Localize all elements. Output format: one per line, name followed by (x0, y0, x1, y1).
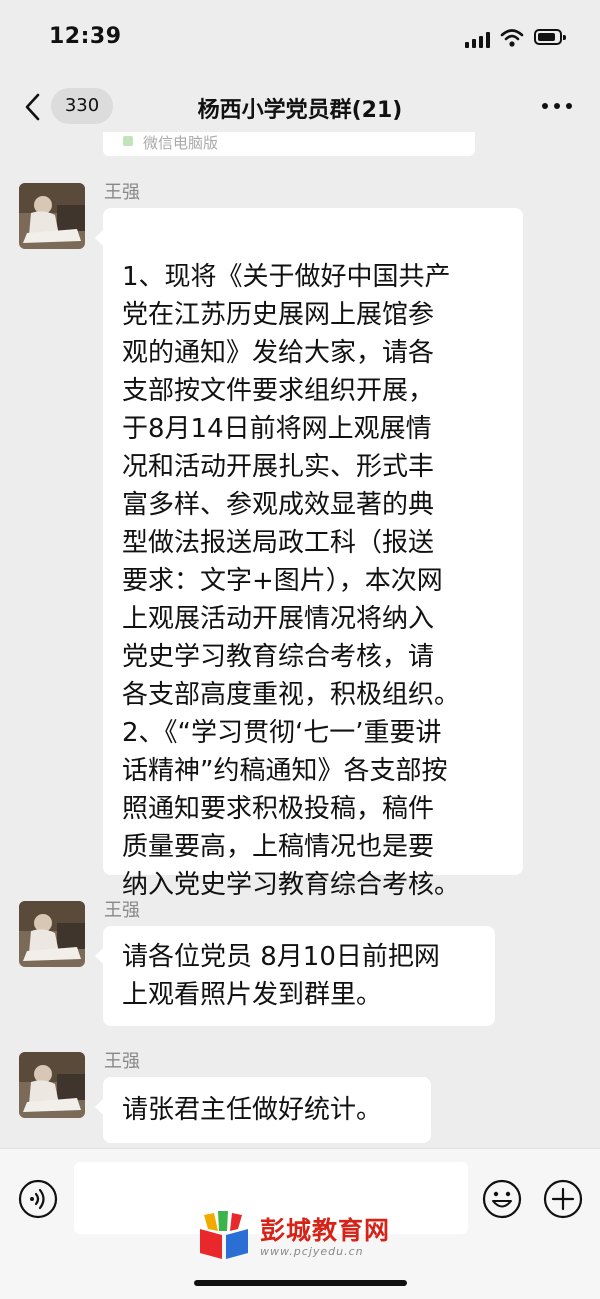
status-time: 12:39 (49, 24, 122, 49)
sender-name: 王强 (104, 900, 140, 921)
message-bubble[interactable]: 请张君主任做好统计。 (95, 1077, 431, 1143)
status-bar: 12:39 (0, 0, 600, 78)
watermark-title: 彭城教育网 (260, 1216, 391, 1245)
message-line: 于8月14日前将网上观展情 (122, 414, 432, 444)
message-line: 质量要高，上稿情况也是要 (122, 832, 435, 862)
message-bubble[interactable]: 1、现将《关于做好中国共产 党在江苏历史展网上展馆参 观的通知》发给大家，请各 … (95, 208, 523, 900)
input-bar: 彭城教育网 www.pcjyedu.cn (0, 1148, 600, 1299)
message-line: 各支部高度重视，积极组织。 (122, 680, 461, 710)
chat-title: 杨西小学党员群(21) (197, 98, 403, 123)
sender-name: 王强 (104, 1051, 140, 1072)
message-line: 话精神”约稿通知》各支部按 (122, 756, 448, 786)
cellular-signal-icon (465, 32, 491, 48)
message-bubble[interactable]: 请各位党员 8月10日前把网 上观看照片发到群里。 (95, 926, 495, 1026)
previous-message-text: 微信电脑版 (143, 134, 219, 152)
message-line: 党史学习教育综合考核，请 (122, 642, 435, 672)
message-line: 支部按文件要求组织开展， (122, 376, 435, 406)
avatar[interactable] (19, 183, 85, 249)
more-options-icon[interactable] (540, 103, 574, 111)
message-line: 党在江苏历史展网上展馆参 (122, 300, 435, 330)
message-line: 况和活动开展扎实、形式丰 (122, 452, 435, 482)
watermark-url: www.pcjyedu.cn (260, 1245, 364, 1258)
avatar[interactable] (19, 1052, 85, 1118)
sender-name: 王强 (104, 182, 140, 203)
wifi-icon (500, 29, 524, 47)
home-indicator (194, 1280, 407, 1286)
message-line: 1、现将《关于做好中国共产 (122, 262, 451, 292)
message-line: 纳入党史学习教育综合考核。 (122, 870, 461, 900)
message-line: 上观看照片发到群里。 (122, 980, 383, 1010)
message-line: 富多样、参观成效显著的典 (122, 490, 435, 520)
plus-icon[interactable] (543, 1179, 583, 1219)
message-line: 请各位党员 8月10日前把网 (122, 942, 440, 972)
previous-message-bubble[interactable]: 微信电脑版 (103, 132, 475, 156)
battery-icon (534, 29, 566, 45)
file-icon (123, 136, 133, 146)
message-line: 请张君主任做好统计。 (122, 1095, 383, 1125)
message-line: 观的通知》发给大家，请各 (122, 338, 435, 368)
message-line: 型做法报送局政工科（报送 (122, 528, 435, 558)
message-line: 照通知要求积极投稿，稿件 (122, 794, 435, 824)
chat-header: 330 杨西小学党员群(21) (0, 78, 600, 138)
avatar[interactable] (19, 901, 85, 967)
message-line: 2、《“学习贯彻‘七一’重要讲 (122, 718, 442, 748)
voice-input-icon[interactable] (18, 1179, 58, 1219)
emoji-icon[interactable] (482, 1179, 522, 1219)
message-line: 上观展活动开展情况将纳入 (122, 604, 435, 634)
watermark-logo-icon (200, 1211, 248, 1259)
watermark: 彭城教育网 www.pcjyedu.cn (194, 1209, 414, 1263)
message-line: 要求：文字+图片），本次网 (122, 566, 443, 596)
